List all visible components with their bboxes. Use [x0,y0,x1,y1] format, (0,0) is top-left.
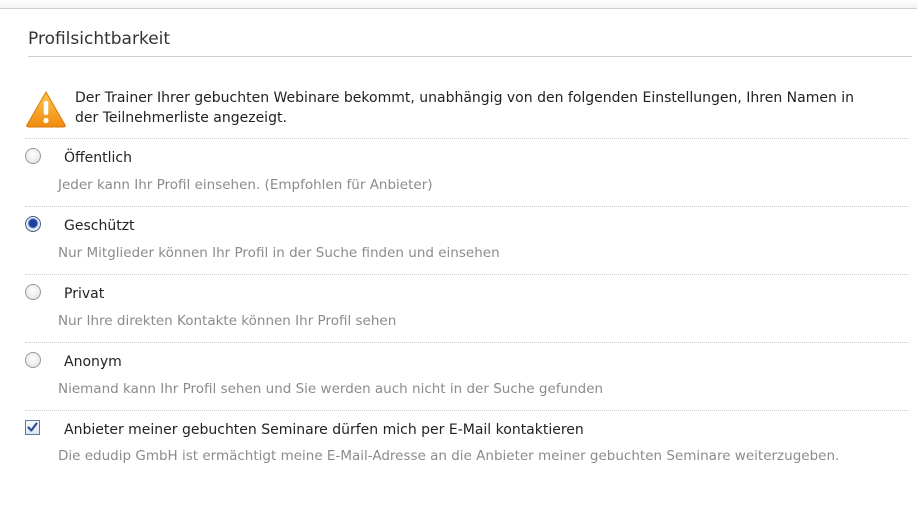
option-description: Jeder kann Ihr Profil einsehen. (Empfohl… [58,177,433,193]
radio-anonym[interactable] [25,352,41,368]
section-title: Profilsichtbarkeit [28,26,912,57]
option-label: Privat [64,286,105,302]
profile-visibility-panel: Profilsichtbarkeit Der Trainer Ihrer geb… [25,26,912,464]
warning-icon [25,90,67,128]
warning-text: Der Trainer Ihrer gebuchten Webinare bek… [75,90,855,126]
radio-oeffentlich[interactable] [25,148,41,164]
option-privat[interactable]: Privat Nur Ihre direkten Kontakte können… [25,274,909,343]
option-description: Niemand kann Ihr Profil sehen und Sie we… [58,381,604,397]
radio-geschuetzt[interactable] [25,216,41,232]
option-label: Öffentlich [64,150,132,166]
email-contact-checkbox[interactable] [25,420,40,435]
radio-privat[interactable] [25,284,41,300]
email-contact-label: Anbieter meiner gebuchten Seminare dürfe… [64,422,584,438]
option-label: Anonym [64,354,122,370]
option-description: Nur Mitglieder können Ihr Profil in der … [58,245,500,261]
option-anonym[interactable]: Anonym Niemand kann Ihr Profil sehen und… [25,342,909,411]
option-oeffentlich[interactable]: Öffentlich Jeder kann Ihr Profil einsehe… [25,138,909,207]
option-email-contact[interactable]: Anbieter meiner gebuchten Seminare dürfe… [25,410,909,502]
option-label: Geschützt [64,218,135,234]
warning-notice: Der Trainer Ihrer gebuchten Webinare bek… [25,86,909,139]
checkmark-icon [27,422,38,432]
option-description: Nur Ihre direkten Kontakte können Ihr Pr… [58,313,397,329]
option-geschuetzt[interactable]: Geschützt Nur Mitglieder können Ihr Prof… [25,206,909,275]
email-contact-description: Die edudip GmbH ist ermächtigt meine E-M… [58,448,840,464]
top-divider-bar [0,0,917,9]
